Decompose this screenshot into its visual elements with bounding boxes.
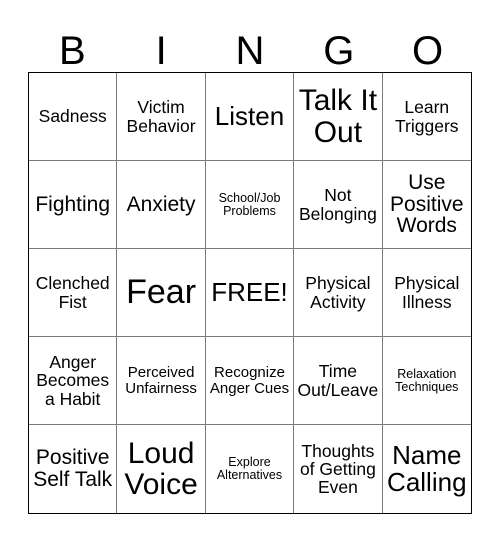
bingo-cell[interactable]: Relaxation Techniques — [382, 337, 471, 425]
bingo-header-letter-n: N — [235, 29, 265, 73]
bingo-cell-label: Positive Self Talk — [33, 446, 113, 491]
bingo-cell-label: Not Belonging — [298, 185, 377, 224]
bingo-cell-label: FREE! — [211, 276, 288, 307]
bingo-cell[interactable]: Sadness — [29, 73, 118, 161]
bingo-cell[interactable]: Perceived Unfairness — [117, 337, 206, 425]
bingo-cell-label: Time Out/Leave — [297, 361, 379, 400]
bingo-cell-label: Recognize Anger Cues — [209, 363, 290, 397]
bingo-cell-label: Loud Voice — [124, 436, 198, 501]
bingo-cell[interactable]: Explore Alternatives — [205, 425, 295, 513]
bingo-header-letter-g: G — [323, 29, 355, 73]
bingo-cell-label: Sadness — [38, 106, 107, 127]
bingo-cell[interactable]: Listen — [205, 73, 295, 161]
bingo-cell-label: Thoughts of Getting Even — [299, 440, 376, 498]
bingo-cell-label: Explore Alternatives — [216, 455, 283, 482]
bingo-cell-label: Physical Activity — [305, 273, 371, 312]
bingo-cell[interactable]: Loud Voice — [117, 425, 206, 513]
bingo-cell[interactable]: Use Positive Words — [382, 161, 471, 249]
bingo-cell[interactable]: Recognize Anger Cues — [205, 337, 295, 425]
bingo-header: BINGO — [28, 18, 472, 72]
bingo-cell-label: Relaxation Techniques — [395, 366, 459, 394]
bingo-cell[interactable]: Anger Becomes a Habit — [29, 337, 118, 425]
bingo-cell-label: Anger Becomes a Habit — [36, 352, 110, 409]
bingo-cell[interactable]: Clenched Fist — [29, 249, 118, 337]
bingo-cell[interactable]: School/Job Problems — [205, 161, 295, 249]
bingo-header-letter-b: B — [59, 29, 86, 73]
bingo-cell-label: Perceived Unfairness — [125, 363, 197, 397]
bingo-cell[interactable]: Learn Triggers — [382, 73, 471, 161]
bingo-cell[interactable]: Talk It Out — [294, 73, 383, 161]
bingo-cell-label: Clenched Fist — [35, 273, 110, 312]
bingo-cell[interactable]: Positive Self Talk — [29, 425, 118, 513]
bingo-cell-label: Physical Illness — [394, 273, 460, 312]
bingo-cell[interactable]: FREE! — [205, 249, 295, 337]
bingo-cell[interactable]: Physical Illness — [382, 249, 471, 337]
bingo-cell-label: School/Job Problems — [218, 190, 281, 218]
bingo-cell-label: Anxiety — [126, 192, 196, 216]
bingo-cell-label: Talk It Out — [298, 84, 378, 149]
bingo-cell[interactable]: Time Out/Leave — [294, 337, 383, 425]
bingo-cell-label: Fear — [126, 272, 197, 311]
bingo-cell-label: Learn Triggers — [395, 97, 459, 136]
bingo-cell-label: Fighting — [35, 192, 111, 216]
bingo-card: B I N G O Sadness Victim Behavior Listen Talk I… — [0, 0, 500, 544]
bingo-cell[interactable]: Fear — [117, 249, 206, 337]
bingo-cell-label: Victim Behavior — [126, 97, 196, 136]
bingo-cell[interactable]: Anxiety — [117, 161, 206, 249]
bingo-grid: Sadness Victim Behavior Listen Talk It Out L… — [28, 72, 472, 514]
bingo-cell[interactable]: Thoughts of Getting Even — [294, 425, 383, 513]
bingo-cell[interactable]: Not Belonging — [294, 161, 383, 249]
bingo-header-letter-i: I — [155, 29, 167, 73]
bingo-cell[interactable]: Name Calling — [382, 425, 471, 513]
bingo-cell-label: Name Calling — [387, 439, 467, 497]
bingo-header-letter-o: O — [412, 29, 444, 73]
bingo-cell[interactable]: Physical Activity — [294, 249, 383, 337]
bingo-cell[interactable]: Fighting — [29, 161, 118, 249]
bingo-cell-label: Use Positive Words — [390, 170, 464, 238]
bingo-cell-label: Listen — [214, 100, 285, 131]
bingo-cell[interactable]: Victim Behavior — [117, 73, 206, 161]
